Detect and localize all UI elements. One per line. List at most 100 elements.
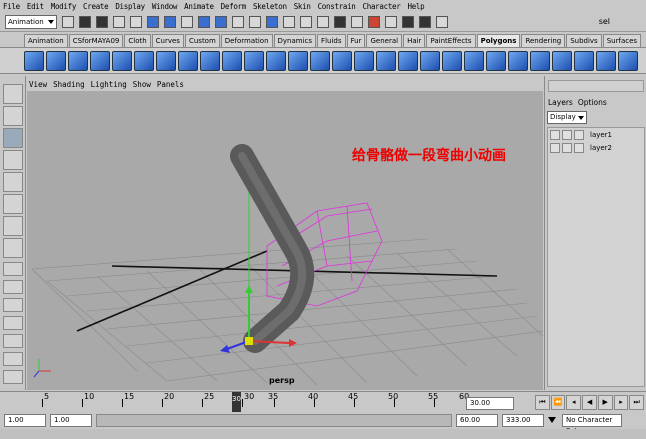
snap-point-icon[interactable] [368,16,380,28]
new-scene-icon[interactable] [62,16,74,28]
panel-menu-panels[interactable]: Panels [157,80,184,89]
boolean-union-icon[interactable] [200,50,220,71]
merge-vertices-icon[interactable] [442,50,462,71]
snap-plane-icon[interactable] [385,16,397,28]
insert-edge-loop-icon[interactable] [398,50,418,71]
menu-skeleton[interactable]: Skeleton [253,2,287,11]
show-manipulator-icon[interactable] [3,216,23,236]
menu-constrain[interactable]: Constrain [318,2,356,11]
shelf-tab-custom[interactable]: Custom [184,34,220,47]
shelf-tab-csformaya09[interactable]: CSforMAYA09 [68,34,124,47]
mask-deformer-icon[interactable] [232,16,244,28]
layer-color-swatch[interactable] [574,142,584,153]
options-menu[interactable]: Options [578,98,607,107]
go-to-end-icon[interactable]: ⏭ [629,395,645,410]
mask-render-icon[interactable] [266,16,278,28]
layer-row[interactable]: layer1 [548,128,644,141]
select-object-icon[interactable] [130,16,142,28]
range-slider[interactable] [96,414,452,427]
range-start-field[interactable]: 1.00 [50,414,92,427]
layers-menu[interactable]: Layers [548,98,573,107]
current-frame-marker[interactable]: 30 [232,392,241,412]
command-line[interactable] [0,429,646,439]
select-hierarchy-icon[interactable] [113,16,125,28]
extrude-edge-icon[interactable] [310,50,330,71]
menu-skin[interactable]: Skin [294,2,311,11]
menu-edit[interactable]: Edit [27,2,44,11]
shelf-tab-hair[interactable]: Hair [403,34,426,47]
mask-surface-icon[interactable] [215,16,227,28]
panel-menu-lighting[interactable]: Lighting [91,80,127,89]
shelf-tab-general[interactable]: General [366,34,403,47]
step-back-frame-icon[interactable]: ◂ [566,395,582,410]
triangulate-icon[interactable] [508,50,528,71]
uv-texture-editor-icon[interactable] [596,50,616,71]
panel-menu-show[interactable]: Show [133,80,151,89]
snap-grid-icon[interactable] [334,16,346,28]
mask-handle-icon[interactable] [164,16,176,28]
menu-deform[interactable]: Deform [221,2,247,11]
current-time-field[interactable]: 30.00 [466,397,514,410]
shelf-tab-animation[interactable]: Animation [24,34,68,47]
single-perspective-layout-icon[interactable] [3,262,23,276]
shelf-tab-deformation[interactable]: Deformation [220,34,273,47]
poly-cylinder-icon[interactable] [68,50,88,71]
shelf-tab-cloth[interactable]: Cloth [124,34,151,47]
range-end-field[interactable]: 60.00 [456,414,498,427]
persp-graph-layout-icon[interactable] [3,316,23,330]
poly-torus-icon[interactable] [134,50,154,71]
visibility-toggle[interactable] [550,129,560,140]
bevel-icon[interactable] [420,50,440,71]
end-time-field[interactable]: 333.00 [502,414,544,427]
menu-create[interactable]: Create [83,2,109,11]
shelf-tab-curves[interactable]: Curves [151,34,184,47]
last-tool-icon[interactable] [3,238,23,258]
save-scene-icon[interactable] [96,16,108,28]
panel-menu-view[interactable]: View [29,80,47,89]
layer-mode-selector[interactable]: Display [547,111,587,124]
split-polygon-icon[interactable] [376,50,396,71]
step-back-icon[interactable]: ⏪ [550,395,566,410]
render-view-layout-icon[interactable] [3,352,23,366]
character-set-dropdown-icon[interactable] [548,417,556,427]
move-tool-icon[interactable] [3,150,23,170]
lock-selection-icon[interactable] [300,16,312,28]
shelf-tab-painteffects[interactable]: PaintEffects [426,34,476,47]
render-globals-icon[interactable] [436,16,448,28]
shelf-tab-polygons[interactable]: Polygons [476,34,521,47]
snap-curve-icon[interactable] [351,16,363,28]
poly-cube-icon[interactable] [46,50,66,71]
poly-plane-icon[interactable] [112,50,132,71]
display-type-toggle[interactable] [562,129,572,140]
visibility-toggle[interactable] [550,142,560,153]
layer-color-swatch[interactable] [574,129,584,140]
shelf-tab-surfaces[interactable]: Surfaces [602,34,642,47]
scale-tool-icon[interactable] [3,194,23,214]
shelf-tab-fluids[interactable]: Fluids [317,34,346,47]
append-polygon-icon[interactable] [354,50,374,71]
highlight-selection-icon[interactable] [317,16,329,28]
separate-icon[interactable] [178,50,198,71]
menu-character[interactable]: Character [363,2,401,11]
display-type-toggle[interactable] [562,142,572,153]
boolean-difference-icon[interactable] [222,50,242,71]
open-scene-icon[interactable] [79,16,91,28]
persp-outliner-layout-icon[interactable] [3,298,23,312]
four-view-layout-icon[interactable] [3,280,23,294]
menu-file[interactable]: File [3,2,20,11]
poly-sphere-icon[interactable] [24,50,44,71]
play-forward-icon[interactable]: ▶ [597,395,613,410]
combine-icon[interactable] [156,50,176,71]
planar-mapping-icon[interactable] [574,50,594,71]
mask-joint-icon[interactable] [181,16,193,28]
menu-window[interactable]: Window [152,2,178,11]
poly-cone-icon[interactable] [90,50,110,71]
smooth-icon[interactable] [266,50,286,71]
play-backward-icon[interactable]: ◀ [582,395,597,410]
select-component-icon[interactable] [147,16,159,28]
extrude-face-icon[interactable] [288,50,308,71]
delete-edge-icon[interactable] [464,50,484,71]
menu-modify[interactable]: Modify [51,2,77,11]
script-editor-layout-icon[interactable] [3,370,23,384]
layer-row[interactable]: layer2 [548,141,644,154]
